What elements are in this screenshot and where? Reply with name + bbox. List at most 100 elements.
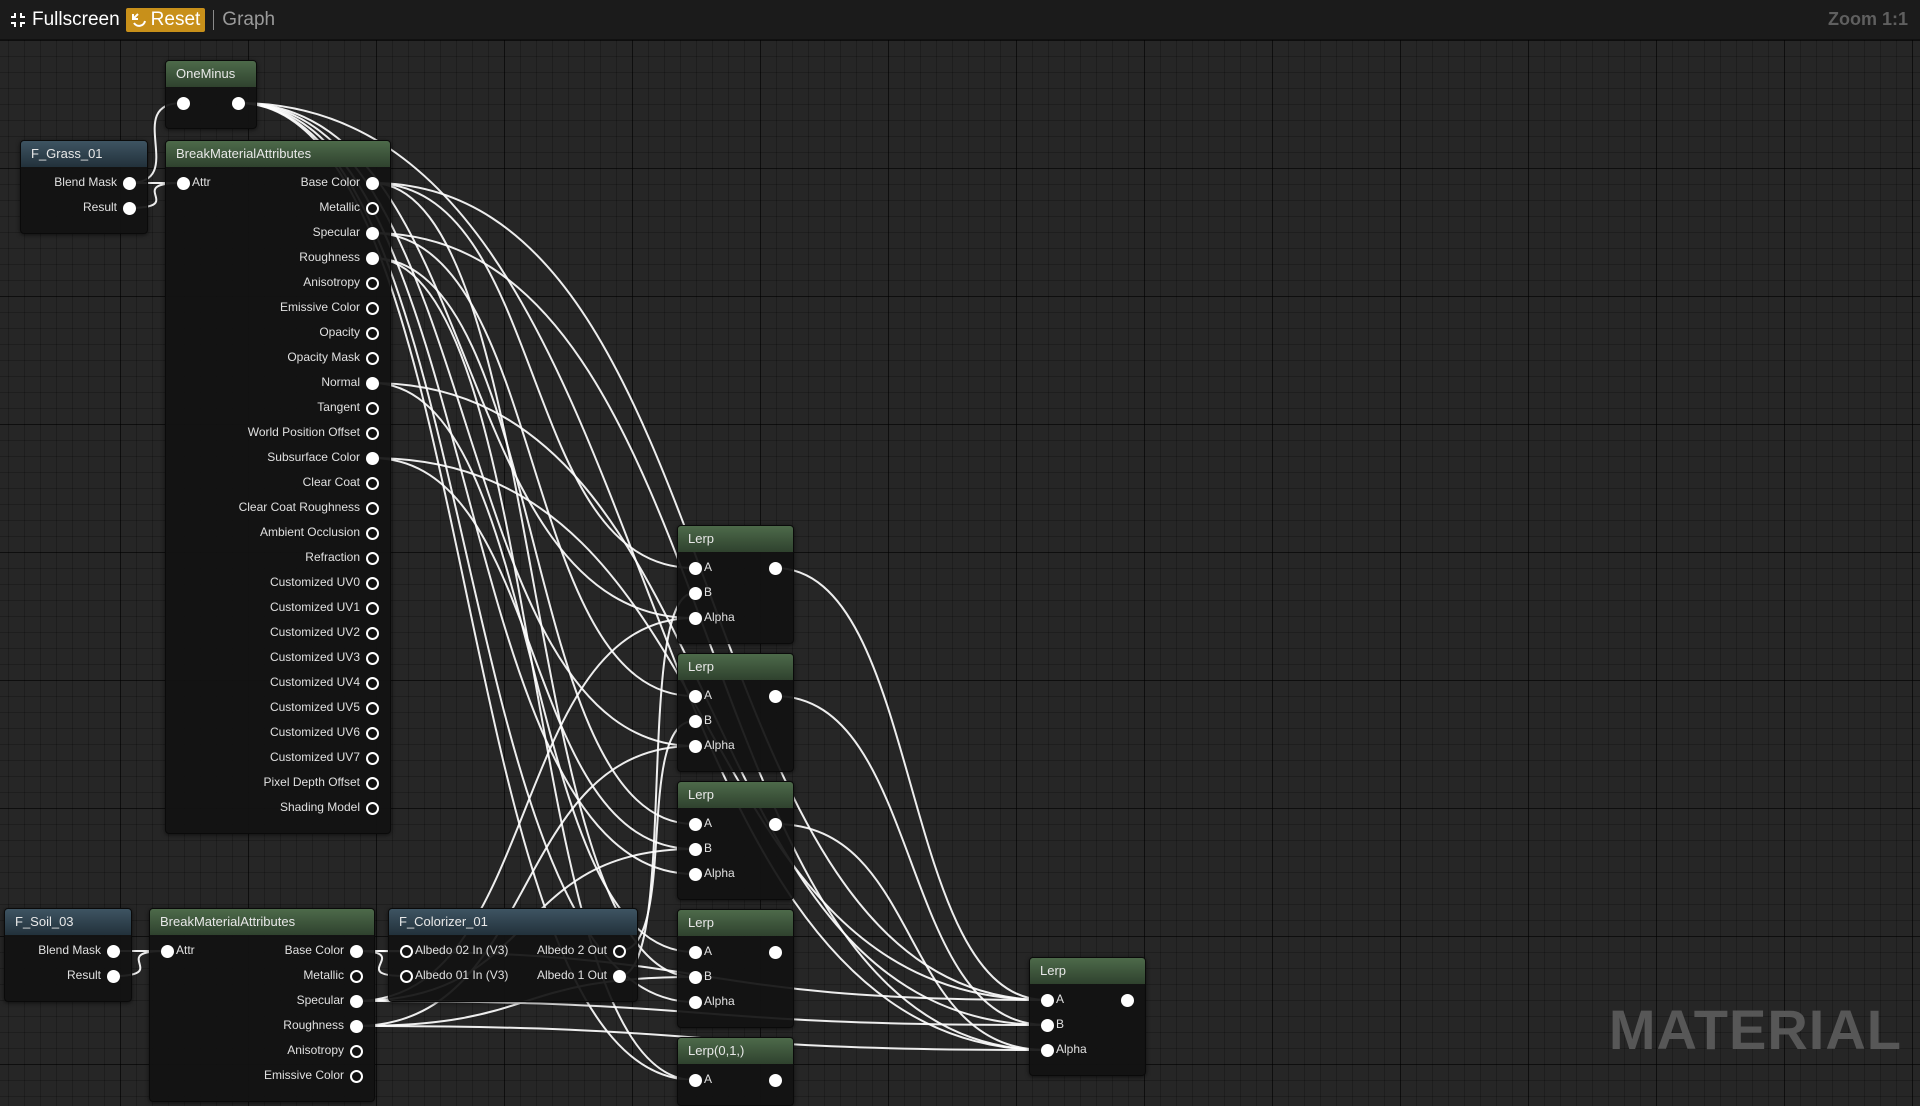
- node-title[interactable]: F_Grass_01: [21, 141, 147, 167]
- input-pin-row: Alpha: [678, 989, 793, 1014]
- output-pin-label: Emissive Color: [279, 300, 360, 314]
- output-pin[interactable]: [769, 1074, 782, 1087]
- input-pin[interactable]: [689, 715, 702, 728]
- output-pin-row: Opacity: [166, 320, 390, 345]
- input-pin-row: B: [678, 964, 793, 989]
- input-pin[interactable]: [689, 587, 702, 600]
- output-pin[interactable]: [366, 427, 379, 440]
- node-lerp4[interactable]: Lerp A B Alpha: [677, 909, 794, 1028]
- node-lerp5[interactable]: Lerp(0,1,) A: [677, 1037, 794, 1106]
- output-pin[interactable]: [366, 202, 379, 215]
- output-pin[interactable]: [366, 652, 379, 665]
- output-pin[interactable]: [366, 752, 379, 765]
- node-title[interactable]: F_Soil_03: [5, 909, 131, 935]
- node-f_soil[interactable]: F_Soil_03 Blend Mask Result: [4, 908, 132, 1002]
- reset-button[interactable]: Reset: [125, 7, 206, 32]
- output-pin[interactable]: [366, 227, 379, 240]
- fullscreen-button[interactable]: Fullscreen: [10, 9, 120, 31]
- node-title[interactable]: OneMinus: [166, 61, 256, 87]
- node-title[interactable]: Lerp(0,1,): [678, 1038, 793, 1064]
- output-pin[interactable]: [123, 177, 136, 190]
- input-pin[interactable]: [689, 612, 702, 625]
- output-pin[interactable]: [366, 327, 379, 340]
- node-bma1[interactable]: BreakMaterialAttributes Attr Base Color Met…: [165, 140, 391, 834]
- output-pin-row: Customized UV6: [166, 720, 390, 745]
- output-pin[interactable]: [366, 377, 379, 390]
- node-lerp6[interactable]: Lerp A B Alpha: [1029, 957, 1146, 1076]
- output-pin[interactable]: [107, 970, 120, 983]
- input-pin-label: B: [704, 841, 713, 855]
- output-pin[interactable]: [366, 452, 379, 465]
- node-title[interactable]: Lerp: [678, 654, 793, 680]
- output-pin-label: Customized UV3: [269, 650, 360, 664]
- output-pin[interactable]: [366, 702, 379, 715]
- output-pin[interactable]: [366, 602, 379, 615]
- output-pin[interactable]: [366, 252, 379, 265]
- output-pin[interactable]: [350, 1045, 363, 1058]
- node-title[interactable]: BreakMaterialAttributes: [166, 141, 390, 167]
- output-pin-label: Customized UV7: [269, 750, 360, 764]
- output-pin[interactable]: [366, 277, 379, 290]
- output-pin[interactable]: [350, 970, 363, 983]
- output-pin-row: Anisotropy: [150, 1038, 374, 1063]
- output-pin[interactable]: [366, 777, 379, 790]
- output-pin[interactable]: [366, 552, 379, 565]
- output-pin[interactable]: [366, 727, 379, 740]
- input-pin[interactable]: [689, 740, 702, 753]
- input-pin[interactable]: [689, 996, 702, 1009]
- output-pin[interactable]: [366, 502, 379, 515]
- output-pin[interactable]: [366, 402, 379, 415]
- output-pin-label: Anisotropy: [287, 1043, 344, 1057]
- output-pin[interactable]: [769, 946, 782, 959]
- node-title[interactable]: Lerp: [678, 526, 793, 552]
- output-pin[interactable]: [350, 1020, 363, 1033]
- input-pin[interactable]: [689, 843, 702, 856]
- output-pin[interactable]: [769, 562, 782, 575]
- output-pin[interactable]: [366, 677, 379, 690]
- output-pin[interactable]: [613, 945, 626, 958]
- node-title[interactable]: Lerp: [678, 910, 793, 936]
- output-pin-row: [678, 811, 793, 836]
- output-pin[interactable]: [366, 477, 379, 490]
- node-f_color[interactable]: F_Colorizer_01 Albedo 02 In (V3) Albedo 01…: [388, 908, 638, 1002]
- output-pin[interactable]: [366, 177, 379, 190]
- node-title[interactable]: Lerp: [1030, 958, 1145, 984]
- output-pin-row: [678, 555, 793, 580]
- output-pin-label: Result: [82, 200, 117, 214]
- node-title[interactable]: F_Colorizer_01: [389, 909, 637, 935]
- output-pin[interactable]: [769, 818, 782, 831]
- node-lerp1[interactable]: Lerp A B Alpha: [677, 525, 794, 644]
- output-pin[interactable]: [107, 945, 120, 958]
- output-pin[interactable]: [366, 802, 379, 815]
- output-pin[interactable]: [366, 352, 379, 365]
- output-pin[interactable]: [350, 945, 363, 958]
- output-pin[interactable]: [366, 577, 379, 590]
- node-title[interactable]: BreakMaterialAttributes: [150, 909, 374, 935]
- graph-breadcrumb[interactable]: Graph: [222, 9, 275, 31]
- input-pin-row: Alpha: [678, 861, 793, 886]
- node-title[interactable]: Lerp: [678, 782, 793, 808]
- output-pin[interactable]: [350, 1070, 363, 1083]
- output-pin[interactable]: [366, 527, 379, 540]
- output-pin[interactable]: [123, 202, 136, 215]
- input-pin[interactable]: [689, 868, 702, 881]
- node-lerp3[interactable]: Lerp A B Alpha: [677, 781, 794, 900]
- output-pin[interactable]: [350, 995, 363, 1008]
- output-pin-row: Blend Mask: [5, 938, 131, 963]
- node-bma2[interactable]: BreakMaterialAttributes Attr Base Color Met…: [149, 908, 375, 1102]
- output-pin[interactable]: [769, 690, 782, 703]
- output-pin-label: Customized UV0: [269, 575, 360, 589]
- output-pin[interactable]: [232, 97, 245, 110]
- output-pin[interactable]: [613, 970, 626, 983]
- input-pin[interactable]: [689, 971, 702, 984]
- input-pin[interactable]: [1041, 1019, 1054, 1032]
- node-lerp2[interactable]: Lerp A B Alpha: [677, 653, 794, 772]
- output-pin[interactable]: [366, 627, 379, 640]
- reset-icon: [131, 12, 146, 27]
- reset-label: Reset: [150, 8, 201, 30]
- node-oneminus[interactable]: OneMinus: [165, 60, 257, 129]
- output-pin[interactable]: [366, 302, 379, 315]
- output-pin[interactable]: [1121, 994, 1134, 1007]
- node-f_grass[interactable]: F_Grass_01 Blend Mask Result: [20, 140, 148, 234]
- input-pin[interactable]: [1041, 1044, 1054, 1057]
